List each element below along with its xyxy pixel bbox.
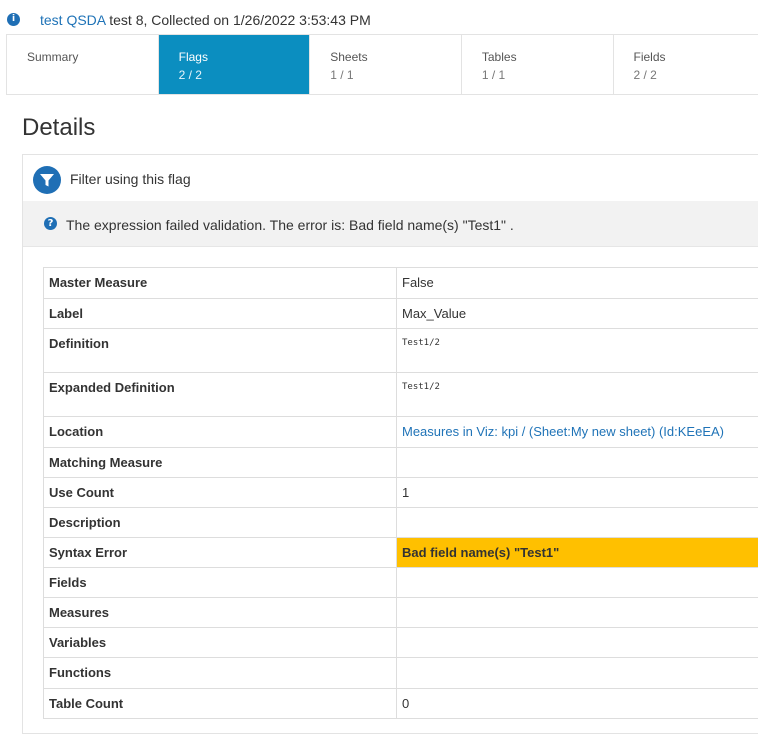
property-value [397,598,758,628]
property-value [397,508,758,538]
table-row: Master Measure False [44,268,758,299]
property-key: Matching Measure [44,448,397,478]
tab-bar: Summary Flags 2 / 2 Sheets 1 / 1 Tables … [6,34,758,95]
flag-title: Filter using this flag [70,171,191,187]
tab-label: Summary [27,50,158,64]
property-value [397,568,758,598]
property-key: Label [44,299,397,329]
property-value: Max_Value [397,299,758,329]
property-value [397,448,758,478]
property-value: 0 [397,689,758,719]
tab-sheets[interactable]: Sheets 1 / 1 [310,35,462,94]
property-key: Variables [44,628,397,658]
table-row: Label Max_Value [44,299,758,329]
property-key: Table Count [44,689,397,719]
properties-table: Master Measure False Label Max_Value Def… [43,267,758,719]
top-bar: i test QSDA test 8, Collected on 1/26/20… [0,0,758,36]
tab-tables[interactable]: Tables 1 / 1 [462,35,614,94]
property-value: Test1/2 [397,329,758,373]
question-icon: ? [44,217,57,230]
tab-count: 1 / 1 [482,68,613,82]
table-row: Matching Measure [44,448,758,478]
table-row: Variables [44,628,758,658]
location-link[interactable]: Measures in Viz: kpi / (Sheet:My new she… [397,417,758,448]
error-message: The expression failed validation. The er… [66,217,514,233]
collection-info: test 8, Collected on 1/26/2022 3:53:43 P… [105,12,370,28]
syntax-error-value: Bad field name(s) "Test1" [397,538,758,568]
table-row: Fields [44,568,758,598]
flag-panel: Filter using this flag ? The expression … [22,154,758,734]
tab-label: Tables [482,50,613,64]
collection-title: test QSDA test 8, Collected on 1/26/2022… [40,12,371,28]
table-row: Description [44,508,758,538]
tab-label: Sheets [330,50,461,64]
property-key: Definition [44,329,397,373]
tab-label: Fields [634,50,758,64]
table-row: Expanded Definition Test1/2 [44,373,758,417]
table-row: Location Measures in Viz: kpi / (Sheet:M… [44,417,758,448]
property-value [397,628,758,658]
property-value: 1 [397,478,758,508]
table-row: Functions [44,658,758,689]
property-key: Expanded Definition [44,373,397,417]
table-row: Measures [44,598,758,628]
details-heading: Details [22,114,95,142]
tab-flags[interactable]: Flags 2 / 2 [159,35,311,94]
property-value: Test1/2 [397,373,758,417]
property-value [397,658,758,689]
tab-count: 2 / 2 [179,68,310,82]
flag-header[interactable]: Filter using this flag [23,155,758,202]
app-link[interactable]: test QSDA [40,12,105,28]
property-value: False [397,268,758,299]
tab-summary[interactable]: Summary [7,35,159,94]
table-row: Use Count 1 [44,478,758,508]
property-key: Use Count [44,478,397,508]
info-icon: i [7,13,20,26]
validation-error: ? The expression failed validation. The … [23,201,758,247]
filter-icon[interactable] [33,166,61,194]
tab-label: Flags [179,50,310,64]
property-key: Fields [44,568,397,598]
tab-count: 2 / 2 [634,68,758,82]
property-key: Description [44,508,397,538]
table-row: Table Count 0 [44,689,758,719]
tab-count: 1 / 1 [330,68,461,82]
property-key: Location [44,417,397,448]
property-key: Measures [44,598,397,628]
table-row: Definition Test1/2 [44,329,758,373]
tab-fields[interactable]: Fields 2 / 2 [614,35,758,94]
table-row: Syntax Error Bad field name(s) "Test1" [44,538,758,568]
property-key: Syntax Error [44,538,397,568]
property-key: Master Measure [44,268,397,299]
property-key: Functions [44,658,397,689]
